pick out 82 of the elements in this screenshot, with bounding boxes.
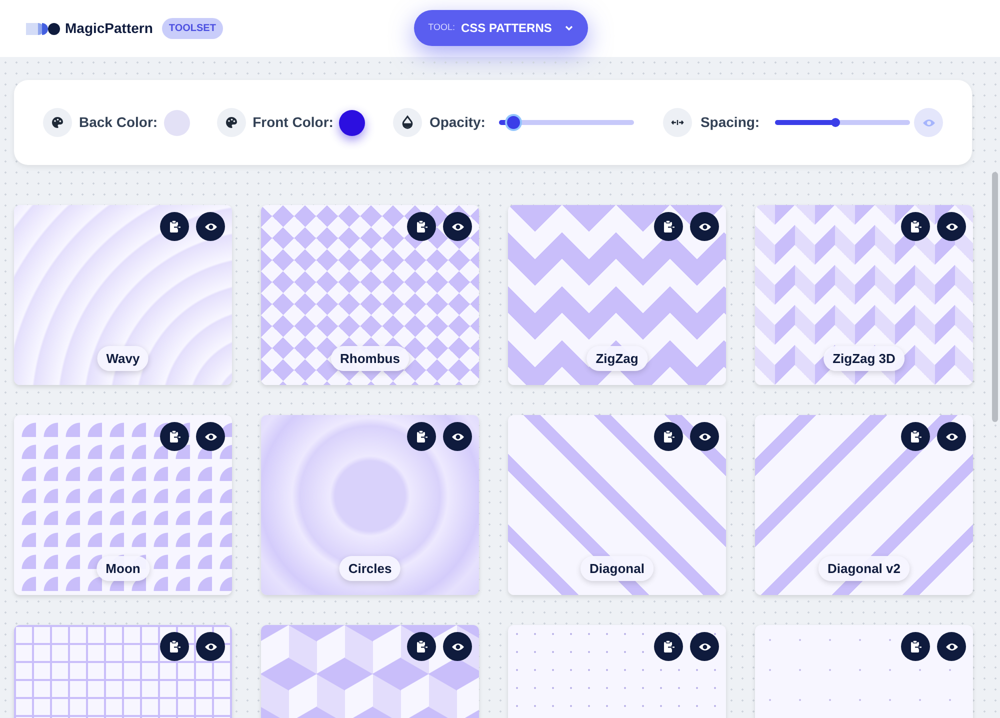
eye-icon [204, 642, 218, 652]
pattern-card[interactable]: Circles [261, 415, 479, 595]
width-arrows-icon [663, 108, 692, 137]
brand-name: MagicPattern [65, 19, 153, 38]
pattern-name: Rhombus [331, 346, 409, 371]
eye-icon [450, 432, 464, 442]
palette-icon [43, 108, 72, 137]
preview-button[interactable] [690, 212, 719, 241]
back-color-swatch[interactable] [164, 110, 190, 136]
clipboard-icon [662, 640, 674, 653]
preview-button[interactable] [937, 632, 966, 661]
copy-button[interactable] [407, 422, 436, 451]
palette-icon [216, 108, 246, 137]
clipboard-icon [168, 220, 180, 233]
copy-button[interactable] [654, 632, 683, 661]
eye-icon [944, 222, 958, 232]
clipboard-icon [910, 430, 922, 443]
tool-dropdown[interactable]: TOOL: CSS PATTERNS [414, 10, 588, 46]
clipboard-icon [168, 640, 180, 653]
clipboard-icon [662, 430, 674, 443]
copy-button[interactable] [901, 632, 930, 661]
back-color-label: Back Color: [79, 113, 158, 132]
pattern-name: ZigZag 3D [824, 346, 904, 371]
copy-button[interactable] [160, 422, 189, 451]
pattern-card[interactable]: Diagonal [508, 415, 726, 595]
clipboard-icon [662, 220, 674, 233]
front-color-label: Front Color: [252, 113, 334, 132]
copy-button[interactable] [160, 212, 189, 241]
eye-icon [204, 222, 218, 232]
pattern-card[interactable]: Rhombus [261, 205, 479, 385]
chevron-down-icon [564, 23, 574, 33]
pattern-card[interactable]: Wavy [14, 205, 232, 385]
pattern-name: Circles [339, 556, 401, 581]
pattern-name: Moon [96, 556, 150, 581]
spacing-label: Spacing: [700, 113, 760, 132]
eye-icon [944, 432, 958, 442]
preview-button[interactable] [690, 632, 719, 661]
eye-icon [698, 432, 712, 442]
preview-button[interactable] [937, 212, 966, 241]
eye-icon [698, 222, 712, 232]
preview-button[interactable] [196, 422, 225, 451]
clipboard-icon [416, 430, 428, 443]
eye-icon [944, 642, 958, 652]
preview-button[interactable] [196, 212, 225, 241]
clipboard-icon [416, 640, 428, 653]
logo-icon [26, 22, 62, 36]
clipboard-icon [168, 430, 180, 443]
copy-button[interactable] [160, 632, 189, 661]
front-color-swatch[interactable] [339, 110, 366, 136]
eye-icon [450, 642, 464, 652]
pattern-card[interactable]: ZigZag [508, 205, 726, 385]
copy-button[interactable] [901, 422, 930, 451]
copy-button[interactable] [407, 632, 436, 661]
pattern-name: Diagonal v2 [818, 556, 910, 581]
drop-icon [393, 108, 422, 137]
copy-button[interactable] [901, 212, 930, 241]
preview-button[interactable] [196, 632, 225, 661]
eye-icon [698, 642, 712, 652]
pattern-card[interactable]: ZigZag 3D [755, 205, 973, 385]
opacity-label: Opacity: [429, 113, 486, 132]
pattern-name: Diagonal [580, 556, 654, 581]
toolset-badge: TOOLSET [162, 18, 223, 39]
copy-button[interactable] [654, 212, 683, 241]
preview-button[interactable] [443, 422, 472, 451]
pattern-name: Wavy [97, 346, 149, 371]
preview-button[interactable] [690, 422, 719, 451]
eye-icon [450, 222, 464, 232]
clipboard-icon [910, 640, 922, 653]
pattern-card[interactable]: Moon [14, 415, 232, 595]
clipboard-icon [910, 220, 922, 233]
eye-icon [204, 432, 218, 442]
preview-button[interactable] [937, 422, 966, 451]
pattern-card[interactable]: Diagonal v2 [755, 415, 973, 595]
spacing-slider[interactable] [774, 120, 910, 125]
copy-button[interactable] [654, 422, 683, 451]
scrollbar-thumb[interactable] [992, 172, 998, 422]
pattern-name: ZigZag [586, 346, 648, 371]
preview-button[interactable] [443, 632, 472, 661]
clipboard-icon [416, 220, 428, 233]
preview-button[interactable] [443, 212, 472, 241]
copy-button[interactable] [407, 212, 436, 241]
eye-icon [922, 118, 936, 128]
